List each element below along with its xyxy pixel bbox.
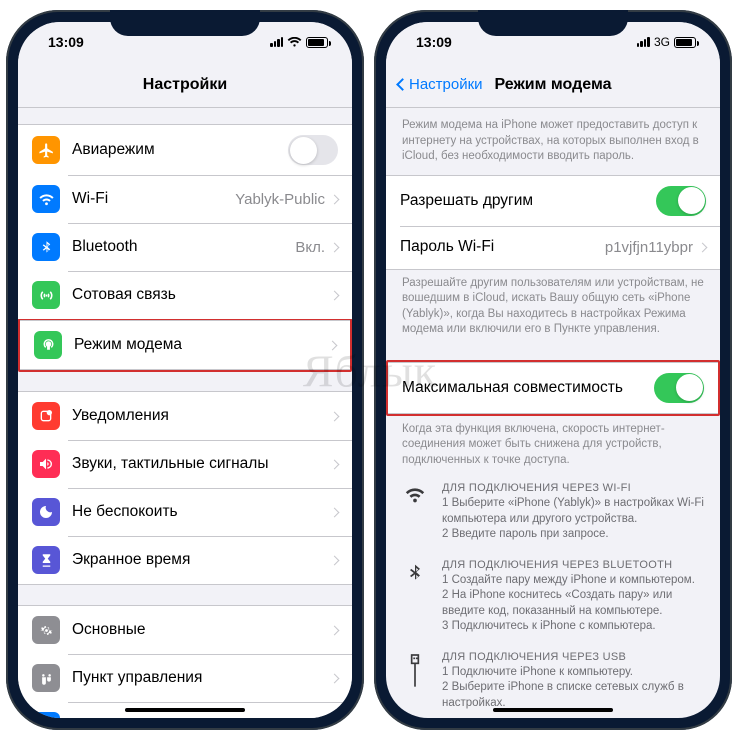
row-label: Уведомления <box>72 407 331 425</box>
row-hotspot[interactable]: Режим модема <box>20 320 350 370</box>
row-label: Звуки, тактильные сигналы <box>72 455 331 473</box>
cell-icon <box>32 281 60 309</box>
instruction-step: 1 Создайте пару между iPhone и компьютер… <box>442 573 704 589</box>
home-indicator[interactable] <box>493 708 613 713</box>
cc-icon <box>32 664 60 692</box>
instruction-title: ДЛЯ ПОДКЛЮЧЕНИЯ ЧЕРЕЗ WI-FI <box>442 482 704 494</box>
row-cell[interactable]: Сотовая связь <box>18 271 352 319</box>
back-label: Настройки <box>409 76 483 93</box>
row-max-compat[interactable]: Максимальная совместимость <box>388 362 718 414</box>
back-button[interactable]: Настройки <box>398 76 483 93</box>
chevron-right-icon <box>330 673 340 683</box>
status-time: 13:09 <box>416 34 452 50</box>
chevron-right-icon <box>330 507 340 517</box>
allow-description: Разрешайте другим пользователям или устр… <box>386 270 720 342</box>
row-airplane[interactable]: Авиарежим <box>18 124 352 175</box>
bluetooth-icon <box>32 233 60 261</box>
row-value: p1vjfjn11ybpr <box>605 239 693 256</box>
row-label: Максимальная совместимость <box>402 379 654 397</box>
row-hourglass[interactable]: Экранное время <box>18 536 352 585</box>
instruction-title: ДЛЯ ПОДКЛЮЧЕНИЯ ЧЕРЕЗ BLUETOOTH <box>442 559 704 571</box>
chevron-right-icon <box>698 242 708 252</box>
row-label: Bluetooth <box>72 238 295 256</box>
row-sound[interactable]: Звуки, тактильные сигналы <box>18 440 352 488</box>
row-label: Экранное время <box>72 551 331 569</box>
instruction-step: 2 Введите пароль при запросе. <box>442 527 704 543</box>
row-label: Авиарежим <box>72 141 288 159</box>
row-label: Пароль Wi-Fi <box>400 238 605 256</box>
row-label: Wi-Fi <box>72 190 235 208</box>
settings-list[interactable]: АвиарежимWi-FiYablyk-PublicBluetoothВкл.… <box>18 108 352 718</box>
phone-right: 13:09 3G Настройки Режим модема Режим мо… <box>374 10 732 730</box>
row-gear[interactable]: Основные <box>18 605 352 654</box>
usb-icon <box>402 651 428 712</box>
chevron-right-icon <box>330 555 340 565</box>
hourglass-icon <box>32 546 60 574</box>
row-label: Основные <box>72 621 331 639</box>
row-label: Разрешать другим <box>400 192 656 210</box>
row-label: Сотовая связь <box>72 286 331 304</box>
hotspot-settings[interactable]: Режим модема на iPhone может предоставит… <box>386 108 720 718</box>
row-moon[interactable]: Не беспокоить <box>18 488 352 536</box>
bluetooth-icon <box>402 559 428 635</box>
status-time: 13:09 <box>48 34 84 50</box>
notch <box>110 10 260 36</box>
page-title: Настройки <box>143 76 227 94</box>
airplane-toggle[interactable] <box>288 135 338 165</box>
wifi-icon <box>402 482 428 543</box>
nav-bar: Настройки <box>18 62 352 108</box>
chevron-left-icon <box>396 78 409 91</box>
battery-icon <box>674 37 696 48</box>
home-indicator[interactable] <box>125 708 245 713</box>
row-label: Пункт управления <box>72 669 331 687</box>
chevron-right-icon <box>330 290 340 300</box>
chevron-right-icon <box>330 459 340 469</box>
instruction-step: 2 На iPhone коснитесь «Создать пару» или… <box>442 588 704 619</box>
row-allow-others[interactable]: Разрешать другим <box>386 175 720 226</box>
sound-icon <box>32 450 60 478</box>
instruction-step: 1 Выберите «iPhone (Yablyk)» в настройка… <box>442 496 704 527</box>
hotspot-icon <box>34 331 62 359</box>
intro-text: Режим модема на iPhone может предоставит… <box>386 108 720 169</box>
row-value: Yablyk-Public <box>235 191 325 208</box>
notif-icon <box>32 402 60 430</box>
compat-toggle[interactable] <box>654 373 704 403</box>
moon-icon <box>32 498 60 526</box>
row-label: Режим модема <box>74 336 329 354</box>
battery-icon <box>306 37 328 48</box>
nav-bar: Настройки Режим модема <box>386 62 720 108</box>
page-title: Режим модема <box>495 76 612 94</box>
wifi-icon <box>32 185 60 213</box>
row-bluetooth[interactable]: BluetoothВкл. <box>18 223 352 271</box>
phone-left: 13:09 Настройки Авиарежим Wi-FiYablyk-Pub… <box>6 10 364 730</box>
row-value: Вкл. <box>295 239 325 256</box>
chevron-right-icon <box>328 340 338 350</box>
network-type: 3G <box>654 35 670 49</box>
allow-toggle[interactable] <box>656 186 706 216</box>
gear-icon <box>32 616 60 644</box>
instruction-title: ДЛЯ ПОДКЛЮЧЕНИЯ ЧЕРЕЗ USB <box>442 651 704 663</box>
row-label: Экран и яркость <box>72 717 331 718</box>
bright-icon: AA <box>32 712 60 718</box>
instruction-step: 3 Подключитесь к iPhone с компьютера. <box>442 619 704 635</box>
instruction-step: 1 Подключите iPhone к компьютеру. <box>442 665 704 681</box>
signal-icon <box>270 37 283 47</box>
compat-description: Когда эта функция включена, скорость инт… <box>386 416 720 473</box>
chevron-right-icon <box>330 411 340 421</box>
row-cc[interactable]: Пункт управления <box>18 654 352 702</box>
signal-icon <box>637 37 650 47</box>
notch <box>478 10 628 36</box>
chevron-right-icon <box>330 625 340 635</box>
row-wifi-password[interactable]: Пароль Wi-Fi p1vjfjn11ybpr <box>386 226 720 270</box>
instruction-bluetooth: ДЛЯ ПОДКЛЮЧЕНИЯ ЧЕРЕЗ BLUETOOTH 1 Создайт… <box>386 549 720 641</box>
row-notif[interactable]: Уведомления <box>18 391 352 440</box>
chevron-right-icon <box>330 242 340 252</box>
airplane-icon <box>32 136 60 164</box>
row-label: Не беспокоить <box>72 503 331 521</box>
row-wifi[interactable]: Wi-FiYablyk-Public <box>18 175 352 223</box>
chevron-right-icon <box>330 194 340 204</box>
wifi-icon <box>287 37 302 48</box>
instruction-wifi: ДЛЯ ПОДКЛЮЧЕНИЯ ЧЕРЕЗ WI-FI 1 Выберите «i… <box>386 472 720 549</box>
instruction-usb: ДЛЯ ПОДКЛЮЧЕНИЯ ЧЕРЕЗ USB 1 Подключите iP… <box>386 641 720 718</box>
